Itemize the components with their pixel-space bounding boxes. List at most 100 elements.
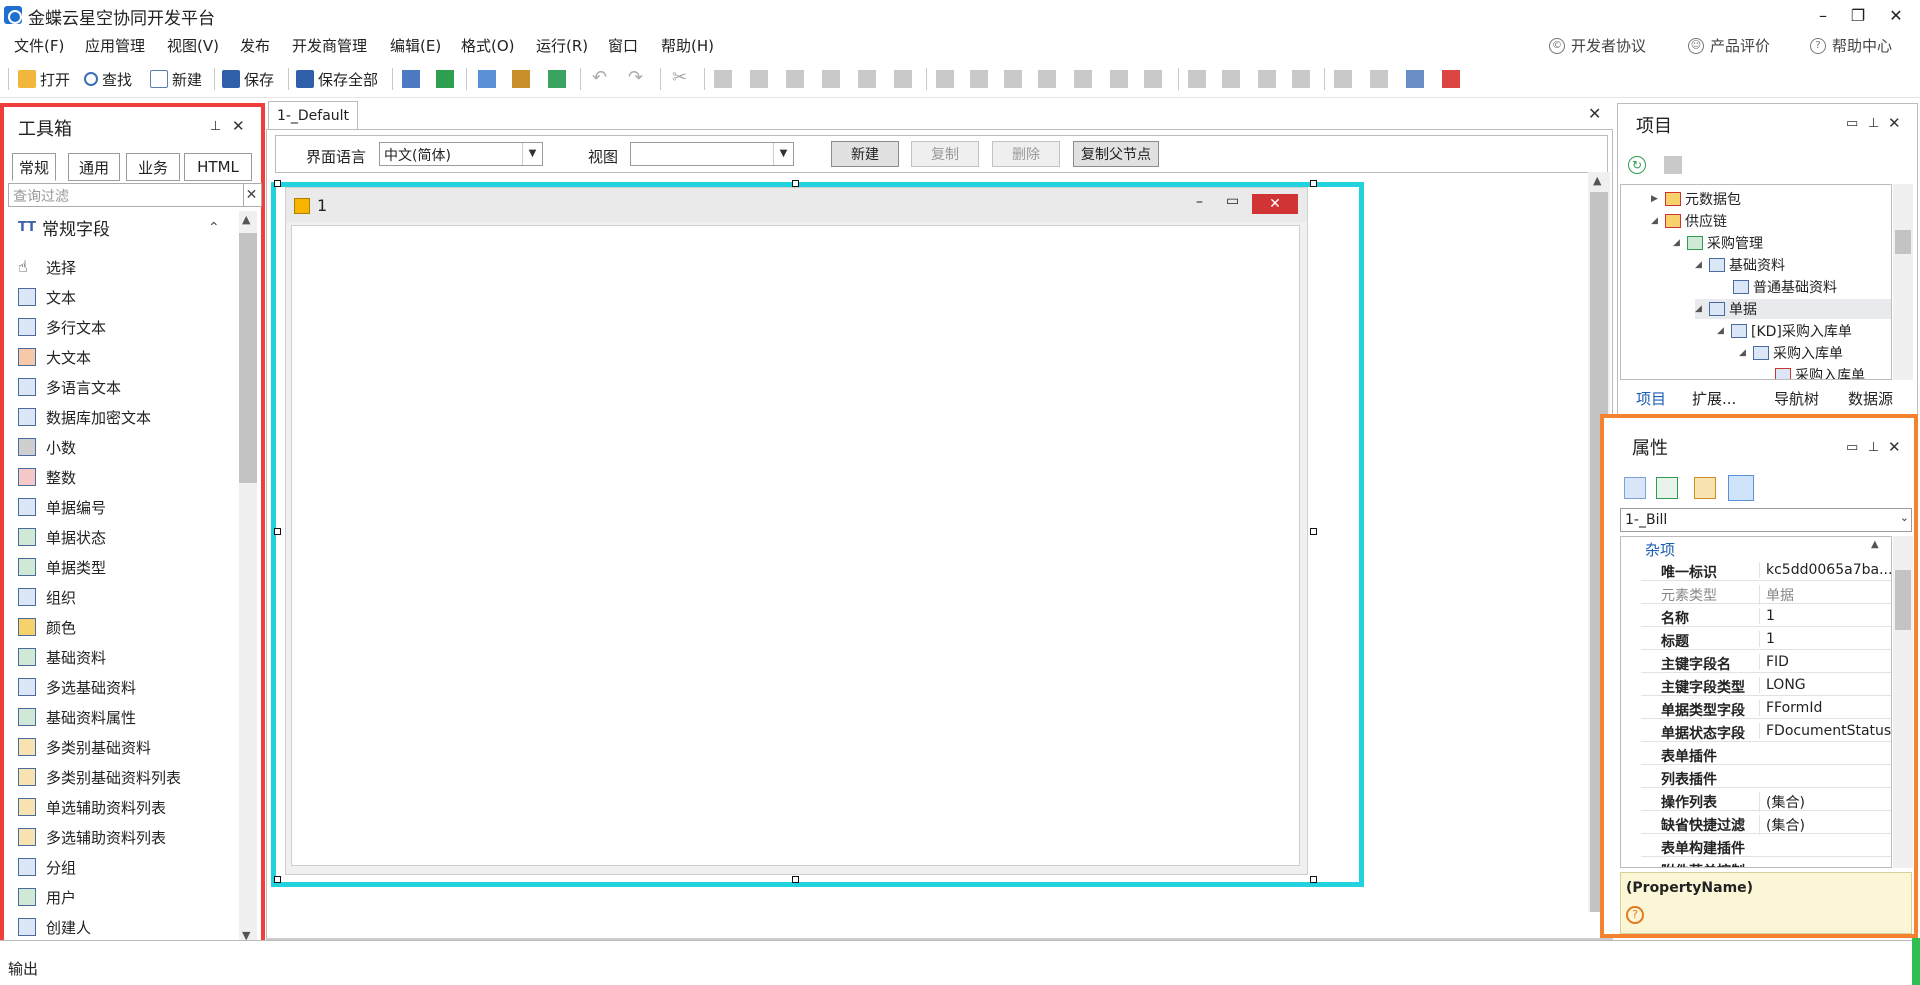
- redo-icon[interactable]: ↷: [628, 69, 646, 88]
- sort-az-icon[interactable]: [1656, 477, 1678, 499]
- toolbox-item[interactable]: 多行文本: [18, 315, 106, 339]
- toolbox-item[interactable]: 基础资料属性: [18, 705, 136, 729]
- menu-publish[interactable]: 发布: [240, 35, 270, 56]
- tree-node[interactable]: ◢ 采购入库单: [1739, 343, 1843, 363]
- property-value[interactable]: FDocumentStatus: [1759, 723, 1891, 739]
- help-center-link[interactable]: ? 帮助中心: [1810, 35, 1892, 56]
- save-button[interactable]: 保存: [222, 67, 274, 91]
- restore-button[interactable]: ❐: [1840, 2, 1876, 28]
- tree-node[interactable]: ◢ [KD]采购入库单: [1717, 321, 1852, 341]
- menu-developer-management[interactable]: 开发商管理: [292, 35, 367, 56]
- lock-icon[interactable]: [1406, 70, 1424, 88]
- resize-handle[interactable]: [1310, 180, 1317, 187]
- menu-format[interactable]: 格式(O): [461, 35, 515, 56]
- align-center-icon[interactable]: [786, 70, 804, 88]
- pin-icon[interactable]: ⊥: [1868, 440, 1879, 455]
- toolbox-item[interactable]: 文本: [18, 285, 76, 309]
- same-size-icon[interactable]: [1144, 70, 1162, 88]
- tab-order-icon[interactable]: [1442, 70, 1460, 88]
- center-horizontal-icon[interactable]: [1188, 70, 1206, 88]
- align-top-icon[interactable]: [936, 70, 954, 88]
- tree-node[interactable]: 普通基础资料: [1719, 277, 1837, 297]
- align-left-icon[interactable]: [714, 70, 732, 88]
- spacing-equal-icon[interactable]: [894, 70, 912, 88]
- copy-parent-node-button[interactable]: 复制父节点: [1073, 141, 1159, 167]
- property-row[interactable]: 表单插件: [1641, 743, 1891, 765]
- toolbox-scrollbar-thumb[interactable]: [239, 233, 257, 483]
- pin-icon[interactable]: ⊥: [210, 119, 221, 134]
- project-close-icon[interactable]: ✕: [1888, 114, 1901, 132]
- toolbox-item[interactable]: 分组: [18, 855, 76, 879]
- product-review-link[interactable]: ☺ 产品评价: [1688, 35, 1770, 56]
- property-value[interactable]: 1: [1759, 631, 1891, 647]
- tab-common[interactable]: 通用: [68, 153, 120, 181]
- resize-handle[interactable]: [1310, 528, 1317, 535]
- menu-help[interactable]: 帮助(H): [661, 35, 714, 56]
- property-row[interactable]: 单据类型字段 FFormId: [1641, 697, 1891, 719]
- property-category[interactable]: 杂项: [1645, 539, 1675, 560]
- property-row[interactable]: 操作列表 (集合): [1641, 789, 1891, 812]
- tab-regular[interactable]: 常规: [12, 153, 56, 181]
- vertical-spacing-icon[interactable]: [1074, 70, 1092, 88]
- toolbox-item[interactable]: 多语言文本: [18, 375, 121, 399]
- minimize-button[interactable]: –: [1805, 2, 1841, 28]
- menu-run[interactable]: 运行(R): [536, 35, 588, 56]
- property-row[interactable]: 元素类型 单据: [1641, 582, 1891, 605]
- toolbox-item[interactable]: ☝ 选择: [18, 255, 76, 279]
- form-designer-icon[interactable]: [402, 70, 420, 88]
- property-scrollbar-thumb[interactable]: [1895, 570, 1911, 630]
- resize-handle[interactable]: [1310, 876, 1317, 883]
- language-select[interactable]: 中文(简体) ▼: [379, 142, 543, 166]
- export-icon[interactable]: [548, 70, 566, 88]
- property-value[interactable]: kc5dd0065a7ba...: [1759, 562, 1891, 578]
- toolbox-item[interactable]: 多类别基础资料: [18, 735, 151, 759]
- property-row[interactable]: 标题 1: [1641, 628, 1891, 650]
- form-maximize-icon[interactable]: ▭: [1226, 193, 1239, 209]
- tree-scrollbar-thumb[interactable]: [1895, 230, 1911, 254]
- toolbox-close-icon[interactable]: ✕: [232, 117, 245, 135]
- layout-icon[interactable]: [478, 70, 496, 88]
- toolbox-item[interactable]: 基础资料: [18, 645, 106, 669]
- form-close-icon[interactable]: ✕: [1252, 194, 1298, 214]
- collapse-icon[interactable]: ▲: [1871, 539, 1879, 550]
- pin-icon[interactable]: ⊥: [1868, 116, 1879, 131]
- toolbox-item[interactable]: 颜色: [18, 615, 76, 639]
- copy-view-button[interactable]: 复制: [911, 141, 979, 167]
- center-vertical-icon[interactable]: [1222, 70, 1240, 88]
- close-button[interactable]: ✕: [1878, 2, 1914, 28]
- group-header-regular-fields[interactable]: TT 常规字段 ⌃: [18, 215, 220, 241]
- property-row[interactable]: 主键字段名 FID: [1641, 651, 1891, 673]
- send-back-icon[interactable]: [1370, 70, 1388, 88]
- ungroup-icon[interactable]: [1292, 70, 1310, 88]
- find-button[interactable]: 查找: [84, 67, 132, 91]
- property-object-select[interactable]: 1-_Bill ⌄: [1620, 508, 1912, 532]
- package-icon[interactable]: [1664, 156, 1682, 174]
- save-all-button[interactable]: 保存全部: [296, 67, 378, 91]
- distribute-icon[interactable]: [822, 70, 840, 88]
- menu-window[interactable]: 窗口: [608, 35, 638, 56]
- properties-close-icon[interactable]: ✕: [1888, 438, 1901, 456]
- property-row[interactable]: 表单构建插件: [1641, 835, 1891, 857]
- align-middle-icon[interactable]: [1004, 70, 1022, 88]
- tab-extension[interactable]: 扩展...: [1692, 388, 1736, 409]
- align-right-icon[interactable]: [750, 70, 768, 88]
- tab-data-source[interactable]: 数据源: [1848, 388, 1893, 409]
- toolbox-item[interactable]: 单选辅助资料列表: [18, 795, 166, 819]
- output-tab[interactable]: 输出: [8, 958, 38, 979]
- bring-front-icon[interactable]: [1334, 70, 1352, 88]
- events-icon[interactable]: [1728, 475, 1754, 501]
- tree-scrollbar[interactable]: [1893, 184, 1913, 380]
- tab-business[interactable]: 业务: [126, 153, 180, 181]
- vertical-distribute-icon[interactable]: [1038, 70, 1056, 88]
- tree-node[interactable]: ◢ 采购管理: [1673, 233, 1763, 253]
- resize-handle[interactable]: [792, 180, 799, 187]
- tools-icon[interactable]: [512, 70, 530, 88]
- property-row[interactable]: 附件获单控制: [1641, 858, 1891, 867]
- property-row[interactable]: 缺省快捷过滤 (集合): [1641, 812, 1891, 835]
- resize-handle[interactable]: [274, 528, 281, 535]
- property-value[interactable]: LONG: [1759, 677, 1891, 693]
- refresh-icon[interactable]: ↻: [1628, 156, 1646, 174]
- property-value[interactable]: 1: [1759, 608, 1891, 624]
- property-value[interactable]: (集合): [1759, 815, 1891, 835]
- toolbox-item[interactable]: 组织: [18, 585, 76, 609]
